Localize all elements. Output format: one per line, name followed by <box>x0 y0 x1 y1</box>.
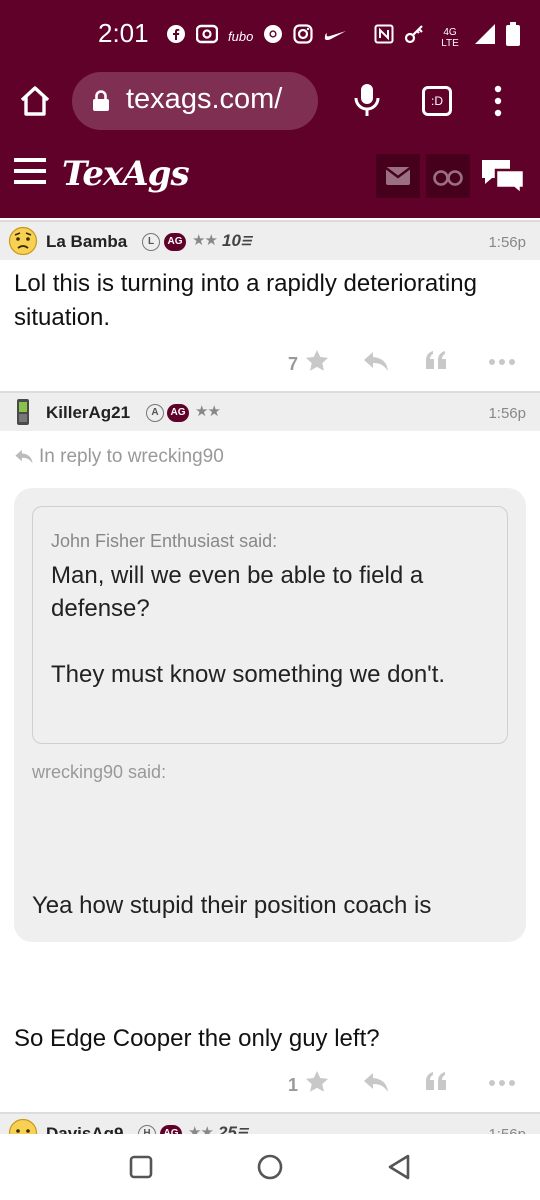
recent-apps-icon[interactable] <box>126 1152 156 1182</box>
binoculars-icon <box>433 170 463 186</box>
post-time: 1:56p <box>488 234 526 251</box>
post-actions: 7 <box>0 344 540 384</box>
fubo-icon: fubo <box>228 29 254 44</box>
nested-quote-author: John Fisher Enthusiast said: <box>51 531 278 551</box>
network-label: 4G LTE <box>441 26 459 49</box>
reply-arrow-icon <box>14 448 34 466</box>
chrome-icon <box>263 24 283 50</box>
more-menu-icon[interactable] <box>490 84 506 118</box>
rank-bars-icon: ☰ <box>240 234 252 248</box>
data-arrows-icon: 4G LTE <box>436 27 464 49</box>
like-count: 7 <box>288 354 299 374</box>
hamburger-menu-icon[interactable] <box>14 158 46 184</box>
more-options-icon[interactable] <box>488 1075 516 1089</box>
forums-chat-icon[interactable] <box>480 156 526 197</box>
quote-icon[interactable] <box>424 348 450 374</box>
watch-list-button[interactable] <box>426 154 470 198</box>
star-icon[interactable] <box>304 1069 330 1095</box>
reply-icon[interactable] <box>362 350 390 374</box>
instagram-icon <box>293 24 313 50</box>
worried-face-icon <box>8 226 38 256</box>
mail-icon <box>385 167 411 185</box>
battery-icon <box>506 22 520 53</box>
avatar[interactable] <box>8 397 38 427</box>
vpn-key-icon <box>404 24 426 51</box>
username[interactable]: La Bamba <box>46 232 127 252</box>
lock-icon <box>92 90 110 112</box>
system-icons: 4G LTE <box>374 22 520 53</box>
nested-quote-block: John Fisher Enthusiast said: Man, will w… <box>32 506 508 744</box>
reply-to-text: In reply to wrecking90 <box>39 446 224 467</box>
screen: { "status_bar": { "time": "2:01", "netwo… <box>0 0 540 1200</box>
rank-number: 10 <box>222 231 241 250</box>
facebook-icon <box>166 24 186 50</box>
rating-stars: ★★ <box>192 231 218 249</box>
nested-quote-text: Man, will we even be able to field a def… <box>51 562 446 688</box>
username[interactable]: KillerAg21 <box>46 403 130 423</box>
phone-icon <box>17 399 29 425</box>
microphone-icon[interactable] <box>352 82 382 118</box>
post-actions: 1 <box>0 1065 540 1105</box>
back-nav-icon[interactable] <box>384 1152 414 1182</box>
post-rank: 10☰ <box>222 231 252 251</box>
notification-icons: fubo <box>166 24 347 50</box>
more-options-icon[interactable] <box>488 354 516 368</box>
url-text: texags.com/ <box>126 83 283 115</box>
home-icon[interactable] <box>18 84 52 118</box>
messages-button[interactable] <box>376 154 420 198</box>
ag-badge: AG <box>167 404 189 422</box>
nfc-icon <box>374 24 394 51</box>
like-count: 1 <box>288 1075 299 1095</box>
quote-icon[interactable] <box>424 1069 450 1095</box>
post-time: 1:56p <box>488 405 526 422</box>
post-header: La Bamba L AG ★★ 10☰ 1:56p <box>0 220 540 260</box>
quote-text: Yea how stupid their position coach is <box>32 892 432 919</box>
browser-toolbar: texags.com/ :D <box>0 68 540 134</box>
pocket-icon <box>195 24 219 50</box>
member-badge: L <box>142 233 160 251</box>
avatar[interactable] <box>8 226 38 256</box>
system-navigation-bar <box>0 1134 540 1200</box>
post-body: Lol this is turning into a rapidly deter… <box>14 270 477 331</box>
nike-icon <box>323 26 347 48</box>
star-icon[interactable] <box>304 348 330 374</box>
site-header: TexAgs <box>0 134 540 218</box>
reply-icon[interactable] <box>362 1071 390 1095</box>
address-bar[interactable]: texags.com/ <box>72 72 318 130</box>
ag-badge: AG <box>164 233 186 251</box>
signal-icon <box>474 23 496 52</box>
rating-stars: ★★ <box>195 402 221 420</box>
home-nav-icon[interactable] <box>255 1152 285 1182</box>
status-time: 2:01 <box>98 18 149 48</box>
post-body: So Edge Cooper the only guy left? <box>14 1025 380 1052</box>
quote-block: John Fisher Enthusiast said: Man, will w… <box>14 488 526 942</box>
quote-author: wrecking90 said: <box>32 762 167 782</box>
tab-switcher-button[interactable]: :D <box>422 86 452 116</box>
member-badge: A <box>146 404 164 422</box>
status-bar: 2:01 fubo 4G LTE <box>0 0 540 68</box>
site-logo[interactable]: TexAgs <box>62 154 190 194</box>
post-header: KillerAg21 A AG ★★ 1:56p <box>0 391 540 431</box>
